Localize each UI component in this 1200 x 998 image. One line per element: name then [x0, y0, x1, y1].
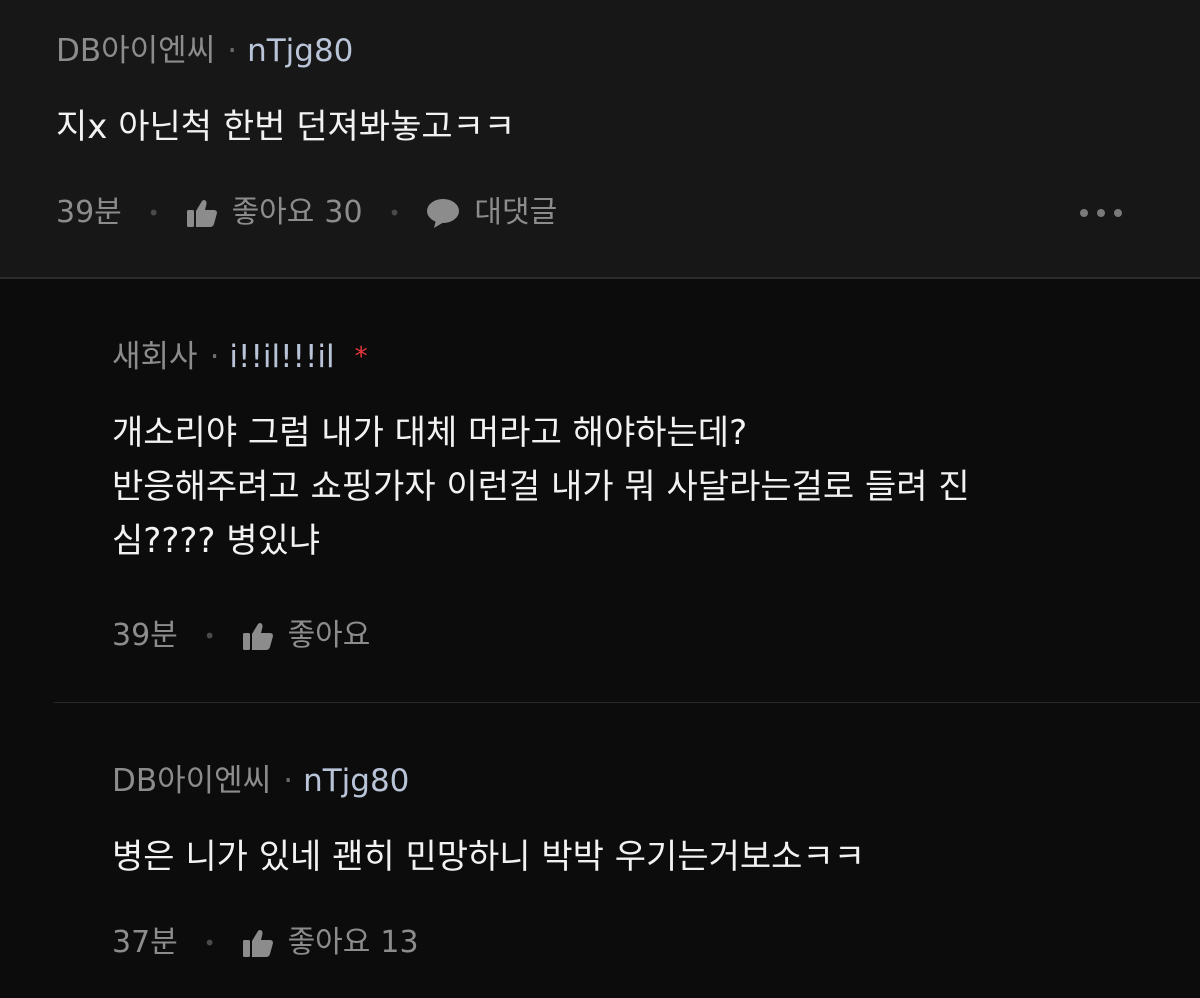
comment-text: 병은 니가 있네 괜히 민망하니 박박 우기는거보소ㅋㅋ: [112, 830, 865, 884]
comment-text: 지x 아닌척 한번 던져봐놓고ㅋㅋ: [56, 100, 515, 154]
comment-meta: DB아이엔씨 · nTjg80: [56, 31, 353, 71]
author-name[interactable]: DB아이엔씨: [56, 31, 215, 71]
reply-button[interactable]: 대댓글: [426, 193, 557, 233]
like-button[interactable]: 좋아요 30: [186, 193, 363, 233]
thumbs-up-icon: [242, 930, 273, 957]
comment-text-line: 병은 니가 있네 괜히 민망하니 박박 우기는거보소ㅋㅋ: [112, 837, 866, 877]
badge-star: *: [354, 342, 368, 372]
comment-meta: 새회사 · i!!il!!!il *: [112, 337, 368, 377]
like-count: 13: [380, 925, 419, 960]
timestamp: 39분: [112, 618, 178, 653]
comment-meta: DB아이엔씨 · nTjg80: [112, 761, 409, 801]
meta-separator: ·: [227, 33, 238, 69]
comment-footer: 39분 • 좋아요: [112, 616, 380, 656]
user-id[interactable]: nTjg80: [247, 31, 353, 71]
like-count: 30: [324, 195, 363, 230]
timestamp: 37분: [112, 925, 178, 960]
comment-footer: 39분 • 좋아요 30 • 대댓글: [56, 193, 557, 233]
footer-separator: •: [203, 931, 216, 955]
like-label: 좋아요: [287, 925, 371, 960]
author-name[interactable]: 새회사: [112, 337, 198, 377]
meta-separator: ·: [209, 339, 220, 375]
comment-text-line: 지x 아닌척 한번 던져봐놓고ㅋㅋ: [56, 107, 516, 147]
comment-text-line: 심???? 병있냐: [112, 521, 321, 561]
speech-bubble-icon: [427, 199, 460, 228]
footer-separator: •: [147, 201, 160, 225]
comment-footer: 37분 • 좋아요 13: [112, 923, 419, 963]
author-name[interactable]: DB아이엔씨: [112, 761, 271, 801]
thumbs-up-icon: [186, 200, 217, 227]
like-button[interactable]: 좋아요: [242, 616, 381, 656]
footer-separator: •: [388, 201, 401, 225]
footer-separator: •: [203, 624, 216, 648]
user-id[interactable]: i!!il!!!il: [229, 337, 334, 377]
reply-label: 대댓글: [474, 195, 558, 230]
comment-text-line: 반응해주려고 쇼핑가자 이런걸 내가 뭐 사달라는걸로 들려 진: [112, 467, 970, 507]
user-id[interactable]: nTjg80: [303, 761, 409, 801]
comment-text-line: 개소리야 그럼 내가 대체 머라고 해야하는데?: [112, 413, 748, 453]
meta-separator: ·: [283, 763, 294, 799]
like-label: 좋아요: [287, 618, 371, 653]
timestamp: 39분: [56, 195, 122, 230]
thumbs-up-icon: [242, 623, 273, 650]
more-dots-icon[interactable]: [1078, 198, 1124, 228]
like-button[interactable]: 좋아요 13: [242, 923, 419, 963]
divider: [54, 702, 1200, 703]
comment: DB아이엔씨 · nTjg80 지x 아닌척 한번 던져봐놓고ㅋㅋ 39분 • …: [0, 0, 1200, 279]
like-label: 좋아요: [231, 195, 315, 230]
comment-text: 개소리야 그럼 내가 대체 머라고 해야하는데? 반응해주려고 쇼핑가자 이런걸…: [112, 406, 970, 568]
